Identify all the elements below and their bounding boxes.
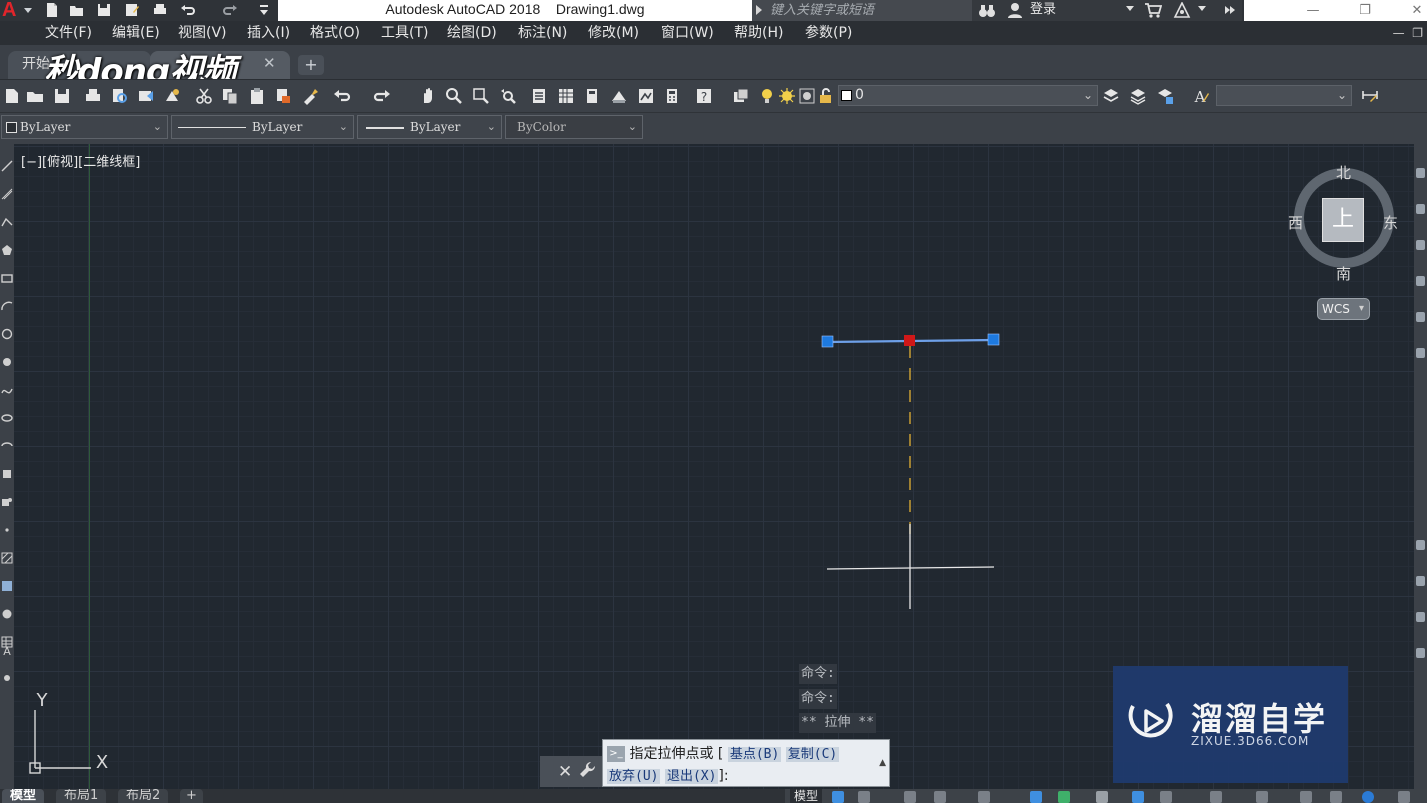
watermark-badge: 溜溜自学 ZIXUE.3D66.COM [1113, 666, 1348, 783]
modify-tool-icon[interactable] [1416, 576, 1425, 586]
viewcube[interactable]: 上 北 南 东 西 [1288, 160, 1400, 283]
grip-midpoint-active[interactable] [904, 335, 915, 346]
isolate-objects-icon[interactable] [1300, 791, 1312, 803]
compass-east[interactable]: 东 [1383, 212, 1398, 233]
option-exit[interactable]: 退出(X) [664, 769, 719, 784]
navbar-scroll-icon[interactable] [1416, 348, 1425, 358]
modify-tool-icon[interactable] [1416, 612, 1425, 622]
modify-tool-icon[interactable] [1416, 540, 1425, 550]
revision-cloud-icon[interactable] [1, 356, 13, 368]
grid-toggle-icon[interactable] [832, 791, 844, 803]
navigation-bar [1414, 144, 1427, 789]
command-input[interactable]: >_ 指定拉伸点或 [ 基点(B) 复制(C) 放弃(U) 退出(X)]: ▲ [602, 739, 890, 787]
customization-icon[interactable] [1398, 791, 1410, 803]
close-icon[interactable]: ✕ [558, 762, 572, 782]
rectangle-icon[interactable] [1, 272, 13, 284]
arc-icon[interactable] [1, 300, 13, 312]
lineweight-toggle-icon[interactable] [1096, 791, 1108, 803]
wrench-icon[interactable] [578, 760, 598, 780]
region-icon[interactable] [1, 608, 13, 620]
ortho-toggle-icon[interactable] [904, 791, 916, 803]
compass-south[interactable]: 南 [1336, 263, 1351, 284]
model-space-toggle[interactable]: 模型 [790, 789, 823, 803]
wcs-menu-button[interactable]: WCS ▾ [1317, 298, 1370, 320]
steering-wheel-icon[interactable] [1416, 168, 1425, 178]
chevron-down-icon: ▾ [1358, 303, 1364, 314]
ucs-x-label: X [96, 752, 108, 773]
command-history-line: 命令: [799, 689, 837, 709]
gradient-icon[interactable] [1, 580, 13, 592]
ellipse-icon[interactable] [1, 412, 13, 424]
line-tool-icon[interactable] [1, 160, 13, 172]
object-snap-icon[interactable] [1058, 791, 1070, 803]
point-icon[interactable] [1, 524, 13, 536]
viewcube-top-face[interactable]: 上 [1322, 198, 1364, 242]
compass-west[interactable]: 西 [1288, 212, 1303, 233]
wcs-label: WCS [1322, 302, 1350, 316]
option-undo[interactable]: 放弃(U) [607, 769, 661, 784]
grip-start[interactable] [821, 335, 834, 348]
orbit-icon[interactable] [1416, 276, 1425, 286]
compass-north[interactable]: 北 [1336, 162, 1351, 183]
snap-toggle-icon[interactable] [858, 791, 870, 803]
tab-layout2[interactable]: 布局2 [118, 789, 169, 803]
polar-tracking-icon[interactable] [934, 791, 946, 803]
grip-end[interactable] [987, 333, 1000, 346]
command-prompt-line: 放弃(U) 退出(X)]: [607, 765, 729, 784]
circle-icon[interactable] [1, 328, 13, 340]
command-line-tools: ✕ [540, 756, 602, 787]
svg-text:A: A [3, 645, 11, 656]
isodraft-icon[interactable] [978, 791, 990, 803]
zoom-icon[interactable] [1416, 240, 1425, 250]
prompt-text: 指定拉伸点或 [629, 746, 714, 762]
clean-screen-icon[interactable] [1362, 791, 1374, 803]
watermark-url: ZIXUE.3D66.COM [1191, 734, 1310, 748]
pan-icon[interactable] [1416, 204, 1425, 214]
add-layout-button[interactable]: + [180, 789, 203, 803]
scroll-up-icon[interactable]: ▲ [879, 758, 886, 768]
command-prompt-line: >_ 指定拉伸点或 [ 基点(B) 复制(C) [607, 743, 840, 763]
modify-tool-icon[interactable] [1416, 648, 1425, 658]
command-line: ✕ >_ 指定拉伸点或 [ 基点(B) 复制(C) 放弃(U) 退出(X)]: … [540, 739, 890, 787]
annotation-scale-icon[interactable] [1160, 791, 1172, 803]
command-history-line: 命令: [799, 664, 837, 684]
showmotion-icon[interactable] [1416, 312, 1425, 322]
annotation-visibility-icon[interactable] [1132, 791, 1144, 803]
open-bracket: [ [717, 746, 724, 762]
construction-line-icon[interactable] [1, 188, 13, 200]
ucs-y-label: Y [36, 690, 49, 711]
workspace-switch-icon[interactable] [1210, 791, 1222, 803]
autocad-window: A Autodesk AutoCAD 2018 Drawing1.dwg 键入关… [0, 0, 1427, 803]
insert-block-icon[interactable] [1, 468, 13, 480]
close-bracket: ]: [718, 768, 729, 784]
option-base-point[interactable]: 基点(B) [727, 747, 782, 762]
hatch-icon[interactable] [1, 552, 13, 564]
multiline-text-icon[interactable]: A [1, 644, 13, 656]
object-snap-tracking-icon[interactable] [1030, 791, 1042, 803]
polygon-icon[interactable] [1, 244, 13, 256]
spline-icon[interactable] [1, 384, 13, 396]
prompt-icon[interactable]: >_ [607, 746, 625, 762]
tab-layout1[interactable]: 布局1 [56, 789, 107, 803]
draw-toolbar: A [0, 144, 14, 789]
ellipse-arc-icon[interactable] [1, 440, 13, 452]
annotation-monitor-icon[interactable] [1256, 791, 1268, 803]
play-logo-icon [1128, 702, 1173, 738]
tab-model[interactable]: 模型 [2, 789, 45, 803]
make-block-icon[interactable] [1, 496, 13, 508]
option-copy[interactable]: 复制(C) [785, 747, 840, 762]
hardware-acceleration-icon[interactable] [1330, 791, 1342, 803]
add-selected-icon[interactable] [1, 672, 13, 684]
ucs-icon: Y X [29, 690, 108, 774]
command-history-line: ** 拉伸 ** [799, 713, 876, 733]
polyline-icon[interactable] [1, 216, 13, 228]
